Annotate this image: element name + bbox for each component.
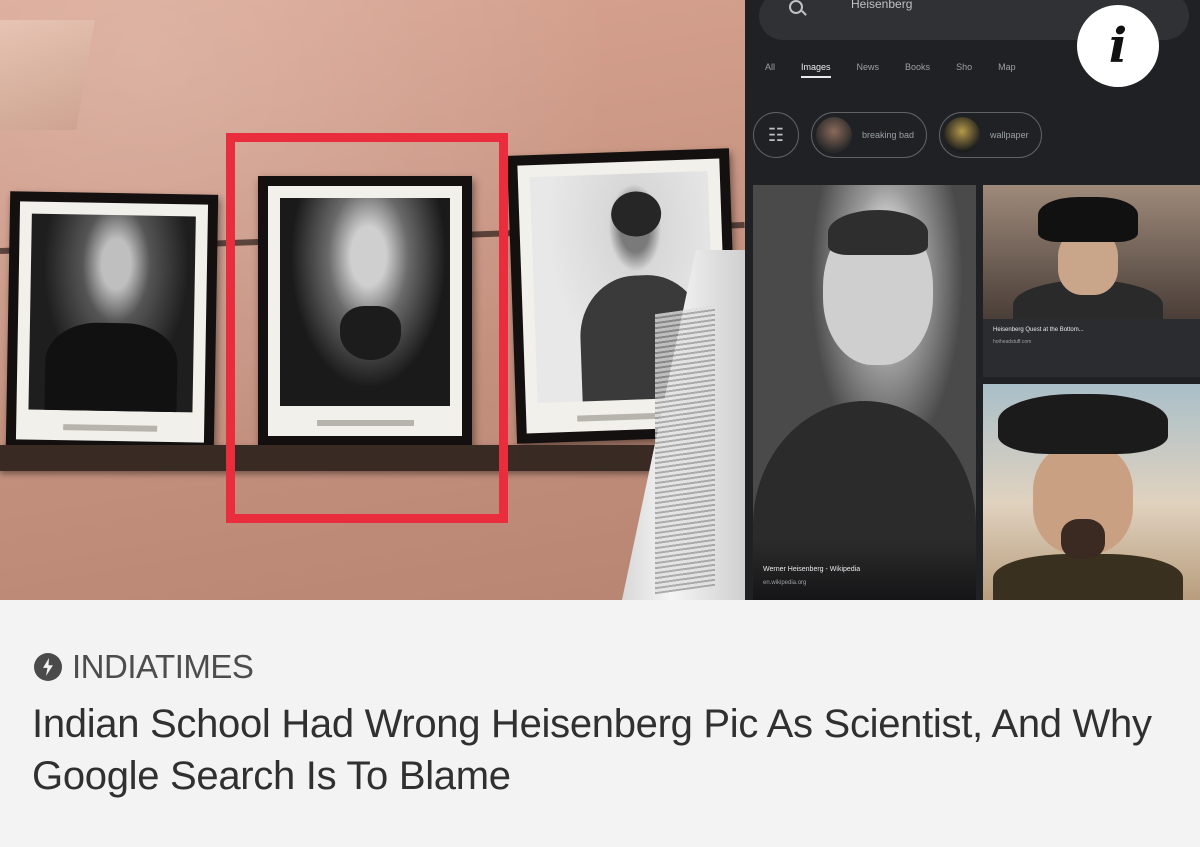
article-headline[interactable]: Indian School Had Wrong Heisenberg Pic A… xyxy=(32,698,1182,802)
red-highlight-box xyxy=(226,133,508,523)
search-icon xyxy=(789,0,803,14)
portrait-frame-1 xyxy=(5,191,219,453)
monitor-screen xyxy=(655,305,715,595)
lightning-bolt-icon xyxy=(34,653,62,681)
result-caption: Werner Heisenberg - Wikipedia en.wikiped… xyxy=(753,540,976,600)
info-icon[interactable]: i xyxy=(1077,5,1159,87)
chip-wallpaper[interactable]: wallpaper xyxy=(939,112,1042,158)
chip-breaking-bad[interactable]: breaking bad xyxy=(811,112,928,158)
filter-chips: ☷ breaking bad wallpaper xyxy=(753,112,1042,158)
hero-image: Heisenberg All Images News Books Sho Map… xyxy=(0,0,1200,600)
tab-images[interactable]: Images xyxy=(801,62,831,92)
article-card[interactable]: INDIATIMES Indian School Had Wrong Heise… xyxy=(0,600,1200,847)
chip-label: wallpaper xyxy=(990,130,1029,140)
chip-thumbnail xyxy=(816,117,852,153)
result-source: en.wikipedia.org xyxy=(763,580,807,586)
result-image-walter-white-1[interactable] xyxy=(983,185,1200,319)
search-query: Heisenberg xyxy=(851,0,913,11)
result-image-heisenberg[interactable]: Werner Heisenberg - Wikipedia en.wikiped… xyxy=(753,185,976,600)
tab-news[interactable]: News xyxy=(857,62,880,92)
tab-books[interactable]: Books xyxy=(905,62,930,92)
tab-shopping[interactable]: Sho xyxy=(956,62,972,92)
result-image-walter-white-2[interactable] xyxy=(983,384,1200,600)
result-title: Werner Heisenberg - Wikipedia xyxy=(763,566,861,573)
result-caption-2: Heisenberg Quest at the Bottom... hothea… xyxy=(983,319,1200,377)
result-source-2: hotheadstuff.com xyxy=(993,339,1032,345)
chip-thumbnail xyxy=(944,117,981,153)
tab-maps[interactable]: Map xyxy=(998,62,1016,92)
filter-sliders-icon[interactable]: ☷ xyxy=(753,112,799,158)
article-source: INDIATIMES xyxy=(72,648,254,685)
article-source-row: INDIATIMES xyxy=(34,648,254,686)
scientist-portrait xyxy=(28,213,196,413)
result-title-2: Heisenberg Quest at the Bottom... xyxy=(993,327,1084,333)
tab-all[interactable]: All xyxy=(765,62,775,92)
google-image-search-screenshot: Heisenberg All Images News Books Sho Map… xyxy=(745,0,1200,600)
chip-label: breaking bad xyxy=(862,130,915,140)
